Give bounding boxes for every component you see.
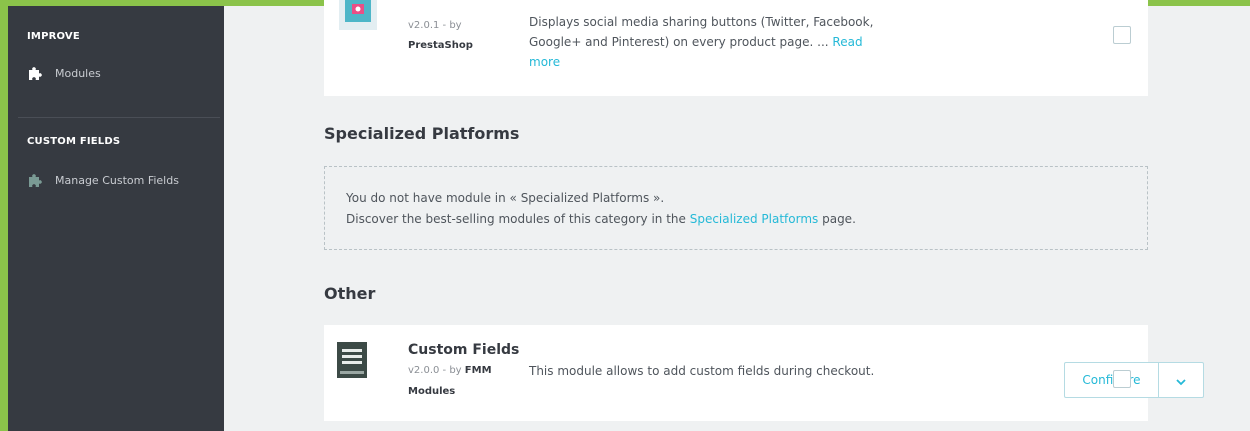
- sidebar-item-modules[interactable]: Modules: [27, 65, 101, 81]
- section-title-other: Other: [324, 284, 376, 303]
- module-select-checkbox[interactable]: [1113, 26, 1131, 44]
- read-more-link[interactable]: Read: [832, 35, 862, 49]
- notice-text: Discover the best-selling modules of thi…: [346, 212, 686, 226]
- window-frame-left: [0, 0, 8, 431]
- sidebar: IMPROVE Modules CUSTOM FIELDS Manage Cus…: [8, 6, 224, 431]
- empty-category-notice: You do not have module in « Specialized …: [324, 166, 1148, 250]
- module-card-social-sharing: v2.0.1 - by PrestaShop Displays social m…: [324, 0, 1148, 96]
- module-author-continued: Modules: [408, 386, 456, 397]
- module-action-group: Configure: [1064, 362, 1204, 398]
- notice-line: You do not have module in « Specialized …: [346, 191, 665, 205]
- actions-dropdown-button[interactable]: [1159, 363, 1203, 397]
- notice-text: page.: [822, 212, 856, 226]
- module-thumbnail: [339, 0, 377, 30]
- read-more-link-continued[interactable]: more: [529, 55, 560, 69]
- section-title-specialized-platforms: Specialized Platforms: [324, 124, 520, 143]
- description-text: Google+ and Pinterest) on every product …: [529, 35, 829, 49]
- module-author: FMM: [464, 365, 492, 376]
- module-name: Custom Fields: [408, 342, 520, 358]
- puzzle-icon: [27, 65, 43, 81]
- configure-button[interactable]: Configure: [1065, 363, 1159, 397]
- sidebar-item-label: Modules: [55, 66, 101, 80]
- puzzle-icon: [27, 172, 43, 188]
- chevron-down-icon: [1176, 371, 1186, 390]
- module-version: v2.0.0 - by FMM: [408, 365, 492, 376]
- module-description: Displays social media sharing buttons (T…: [529, 12, 873, 72]
- version-text: v2.0.0 - by: [408, 365, 462, 376]
- sidebar-heading-custom-fields: CUSTOM FIELDS: [27, 136, 121, 147]
- module-description: This module allows to add custom fields …: [529, 364, 875, 378]
- sidebar-item-label: Manage Custom Fields: [55, 173, 179, 187]
- module-card-custom-fields: Custom Fields v2.0.0 - by FMM Modules Th…: [324, 325, 1204, 421]
- main-content: v2.0.1 - by PrestaShop Displays social m…: [224, 0, 1250, 431]
- description-line: Google+ and Pinterest) on every product …: [529, 32, 873, 52]
- module-thumbnail: [337, 342, 367, 378]
- sidebar-divider: [18, 117, 220, 118]
- notice-line: Discover the best-selling modules of thi…: [346, 212, 856, 226]
- specialized-platforms-link[interactable]: Specialized Platforms: [690, 212, 819, 226]
- module-select-checkbox[interactable]: [1113, 370, 1131, 388]
- module-version: v2.0.1 - by: [408, 20, 462, 31]
- sidebar-item-manage-custom-fields[interactable]: Manage Custom Fields: [27, 172, 179, 188]
- sidebar-heading-improve: IMPROVE: [27, 31, 80, 42]
- description-line: Displays social media sharing buttons (T…: [529, 15, 874, 29]
- module-author: PrestaShop: [408, 40, 473, 51]
